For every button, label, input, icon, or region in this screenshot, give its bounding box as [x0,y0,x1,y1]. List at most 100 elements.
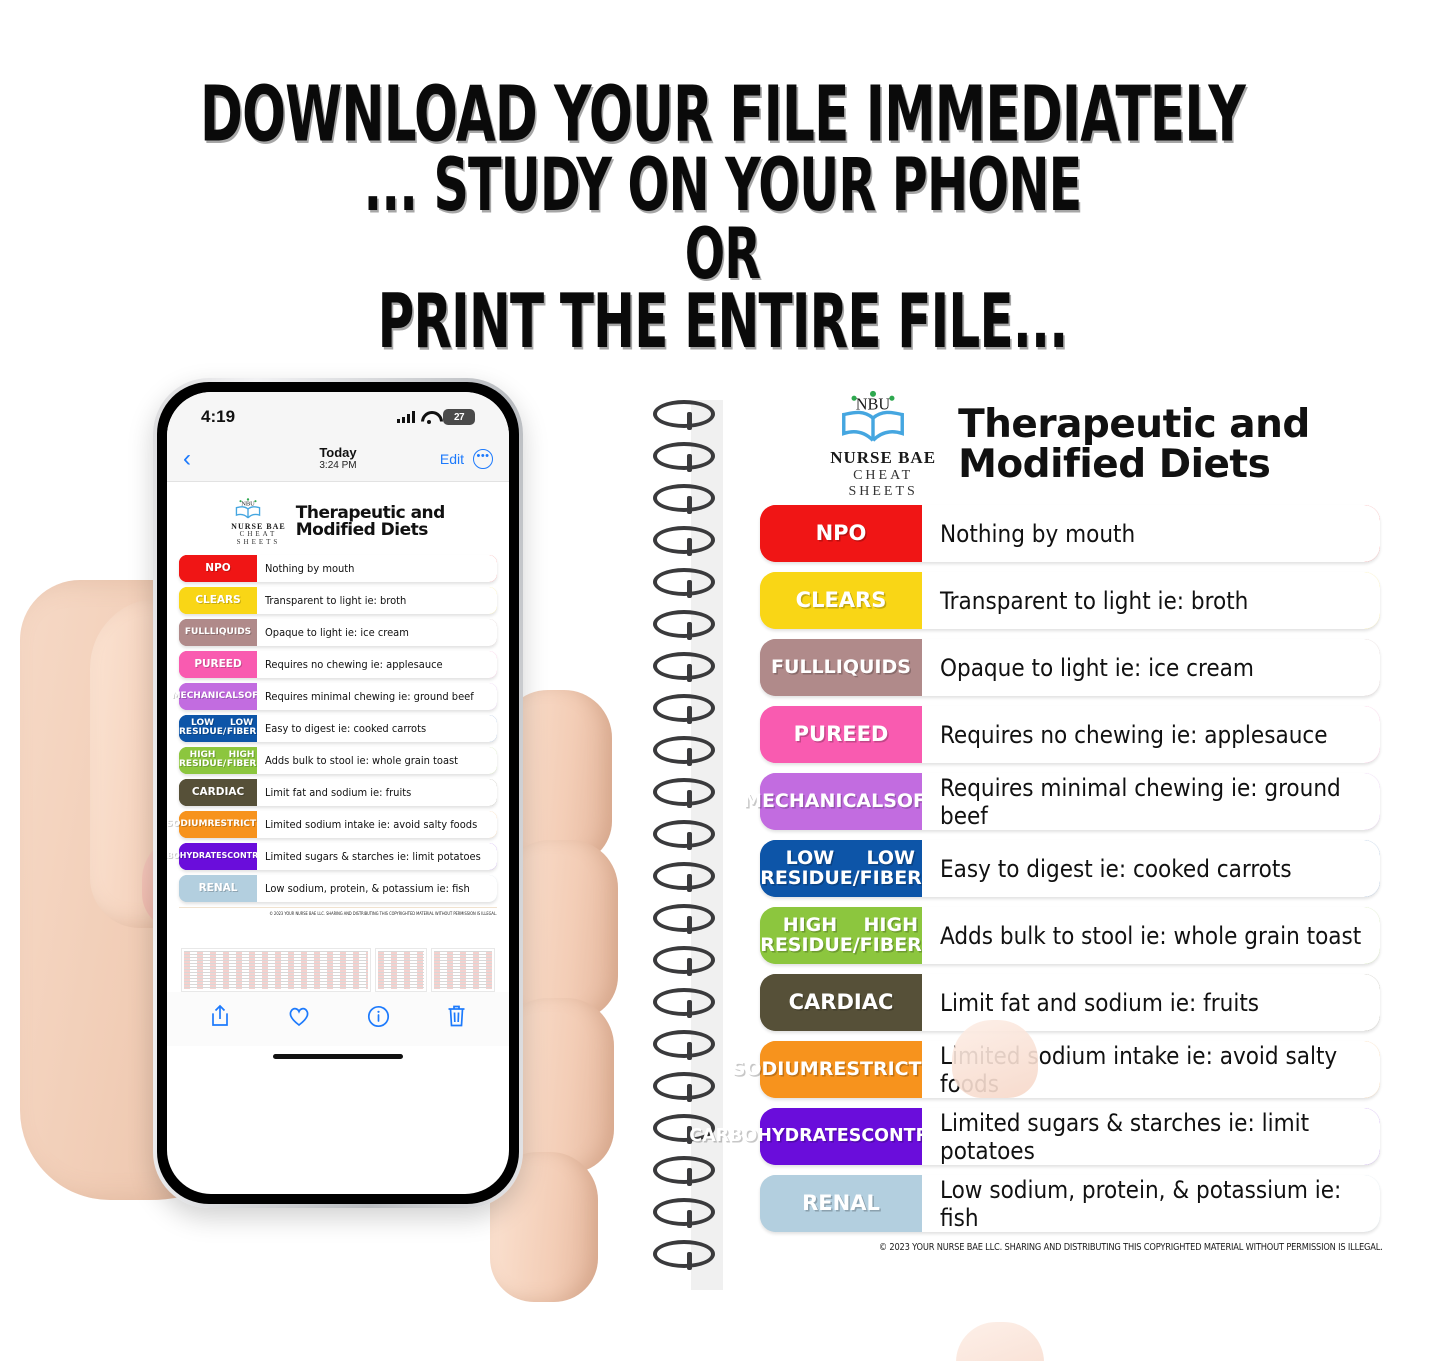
diet-tag-line: PUREED [793,721,889,746]
diet-tag-line: CLEARS [795,587,887,612]
diet-description: Requires minimal chewing ie: ground beef [257,682,497,710]
diet-row: RENAL Low sodium, protein, & potassium ie… [760,1175,1380,1232]
diet-tag-line: LOW RESIDUE/ [179,717,227,738]
brand-logo-large: NBU NURSE BAE CHEAT SHEETS [830,390,936,500]
phone-document-view[interactable]: NBU NURSE BAE CHEAT SHEETS Therapeutic a… [167,482,509,1059]
diet-tag: CARBOHYDRATESCONTROLLED [167,842,287,870]
diet-row: CARBOHYDRATESCONTROLLEDLimited sugars & … [167,842,497,870]
diet-tag-line: SODIUM [731,1057,819,1080]
share-icon[interactable] [209,1004,231,1033]
diet-description: Opaque to light ie: ice cream [922,639,1380,696]
poster-canvas: DOWNLOAD YOUR FILE IMMEDIATELY ... STUDY… [0,0,1445,1361]
status-bar: 4:19 27 [167,392,509,436]
cheat-sheet-small: NBU NURSE BAE CHEAT SHEETS Therapeutic a… [167,482,509,916]
diet-tag: LOW RESIDUE/LOW FIBER [179,714,257,742]
diet-tag-line: LOW FIBER [859,847,922,889]
diet-tag: CARDIAC [179,778,257,806]
sheet-header-small: NBU NURSE BAE CHEAT SHEETS Therapeutic a… [179,498,497,547]
diet-tag: RENAL [179,874,257,902]
sheet-title-line2-small: Modified Diets [295,520,429,541]
sheet-title-line1-large: Therapeutic and [958,402,1310,448]
diet-description: Limited sugars & starches ie: limit pota… [922,1108,1380,1165]
trash-icon[interactable] [446,1004,467,1033]
copyright-large: © 2023 YOUR NURSE BAE LLC. SHARING AND D… [878,1242,1383,1253]
thumbnail-page-1[interactable] [181,947,371,992]
diet-description: Requires minimal chewing ie: ground beef [922,773,1380,830]
diet-row: CLEARS Transparent to light ie: broth [179,586,497,614]
diet-row: LOW RESIDUE/LOW FIBER Easy to digest ie: … [760,840,1380,897]
back-button[interactable]: ‹ [183,446,191,471]
battery-icon: 27 [443,409,475,425]
fingernail [952,1020,1038,1098]
diet-row: HIGH RESIDUE/HIGH FIBER Adds bulk to stoo… [760,907,1380,964]
diet-row: NPO Nothing by mouth [179,554,497,582]
diet-tag: CARBOHYDRATESCONTROLLED [689,1108,993,1165]
diet-row: CARDIAC Limit fat and sodium ie: fruits [179,778,497,806]
phone-device: 4:19 27 ‹ Today 3:24 PM Edit ••• NBU NUR… [153,378,523,1208]
diet-tag-line: CARDIAC [191,785,245,798]
diet-row: LOW RESIDUE/LOW FIBER Easy to digest ie: … [179,714,497,742]
diet-tag-line: HIGH RESIDUE/ [760,914,860,956]
heart-icon[interactable] [287,1005,311,1032]
diet-tag-line: MECHANICAL [743,789,884,812]
diet-tag-line: LOW RESIDUE/ [760,847,860,889]
diet-tag-line: HIGH FIBER [859,914,922,956]
diet-tag: LOW RESIDUE/LOW FIBER [760,840,922,897]
sheet-title-large: Therapeutic and Modified Diets [958,405,1310,485]
diet-tag: RENAL [760,1175,922,1232]
diet-description: Nothing by mouth [922,505,1380,562]
edit-button[interactable]: Edit [440,451,464,467]
brand-logo-small: NBU NURSE BAE CHEAT SHEETS [231,498,286,547]
diet-tag: NPO [760,505,922,562]
diet-description: Low sodium, protein, & potassium ie: fis… [922,1175,1380,1232]
phone-screen: 4:19 27 ‹ Today 3:24 PM Edit ••• NBU NUR… [167,392,509,1194]
diet-tag: PUREED [179,650,257,678]
diet-description: Adds bulk to stool ie: whole grain toast [257,746,497,774]
diet-tag-line: FULL [771,655,824,678]
phone-in-hand: 4:19 27 ‹ Today 3:24 PM Edit ••• NBU NUR… [20,370,1044,1361]
diet-row: CARDIAC Limit fat and sodium ie: fruits [760,974,1380,1031]
diet-description: Limit fat and sodium ie: fruits [257,778,497,806]
cellular-signal-icon [397,411,415,423]
diet-row: FULL LIQUIDS Opaque to light ie: ice cream [179,618,497,646]
info-icon[interactable] [367,1005,390,1033]
fingernail [956,1322,1044,1361]
diet-tag-line: LIQUIDS [823,655,911,678]
diet-tag-line: RENAL [198,881,238,894]
diet-description: Low sodium, protein, & potassium ie: fis… [257,874,497,902]
thumbnail-page-2[interactable] [374,947,427,992]
diet-tag-line: PUREED [194,657,242,670]
diet-tag: MECHANICAL SOFT [743,773,939,830]
diet-tag: HIGH RESIDUE/HIGH FIBER [179,746,257,774]
svg-text:NBU: NBU [856,394,891,413]
diet-row: CLEARS Transparent to light ie: broth [760,572,1380,629]
nav-bar: ‹ Today 3:24 PM Edit ••• [167,436,509,482]
diet-description: Easy to digest ie: cooked carrots [922,840,1380,897]
diet-tag: SODIUM RESTRICTED [167,810,270,838]
more-options-icon[interactable]: ••• [473,448,493,469]
diet-tag-line: HIGH FIBER [226,749,257,770]
diet-tag-line: NPO [815,520,867,545]
diet-description: Opaque to light ie: ice cream [257,618,497,646]
diet-row: FULL LIQUIDS Opaque to light ie: ice cream [760,639,1380,696]
diet-description: Requires no chewing ie: applesauce [257,650,497,678]
document-thumbnail-strip[interactable] [167,947,509,992]
nurse-bae-book-logo-icon: NBU [231,498,286,520]
sheet-header-large: NBU NURSE BAE CHEAT SHEETS Therapeutic a… [690,385,1390,505]
diet-row: MECHANICAL SOFT Requires minimal chewing i… [172,682,497,710]
headline-line-1: DOWNLOAD YOUR FILE IMMEDIATELY [200,69,1246,159]
diet-tag: SODIUM RESTRICTED [732,1041,950,1098]
diet-tag: CARDIAC [760,974,922,1031]
diet-row: MECHANICAL SOFT Requires minimal chewing i… [743,773,1380,830]
diet-tag-line: FULL [184,626,210,637]
diet-row: RENAL Low sodium, protein, & potassium ie… [179,874,497,902]
diet-description: Transparent to light ie: broth [257,586,497,614]
thumbnail-page-3[interactable] [430,947,495,992]
cheat-sheet-large: NBU NURSE BAE CHEAT SHEETS Therapeutic a… [689,385,1390,1295]
diet-tag-line: NPO [205,561,231,574]
nurse-bae-book-logo-icon: NBU [830,390,936,446]
diet-tag: NPO [179,554,257,582]
phone-toolbar [167,991,509,1046]
diet-row: CARBOHYDRATESCONTROLLEDLimited sugars & … [689,1108,1380,1165]
diet-rows-small: NPO Nothing by mouth CLEARS Transparent to … [167,554,497,902]
